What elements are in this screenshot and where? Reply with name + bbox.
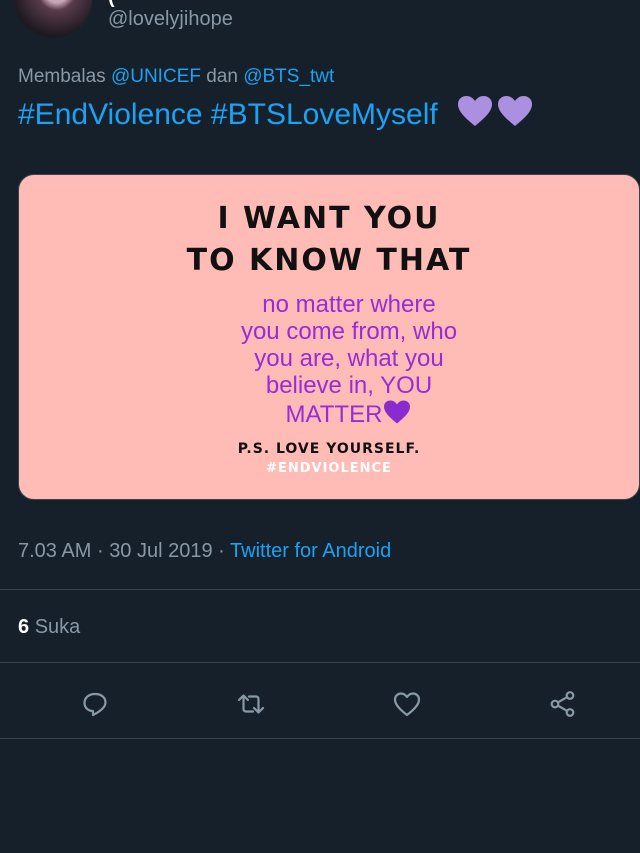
share-icon [550,691,575,717]
like-icon [393,692,421,717]
reply-prefix: Membalas [18,66,106,87]
share-button[interactable] [541,682,585,726]
meta-separator: · [218,540,225,562]
image-body-line: believe in, YOU [265,372,433,399]
reply-icon [83,692,107,717]
likes-stat[interactable]: 6 Suka [18,616,80,639]
image-body-copy: no matter where you come from, who you a… [169,291,529,431]
purple-heart-icon [382,399,412,431]
retweet-button[interactable] [229,682,273,726]
tweet-meta: 7.03 AM · 30 Jul 2019 · Twitter for Andr… [18,540,391,563]
purple-heart-icon [498,96,533,126]
divider [0,589,640,590]
mention-unicef[interactable]: @UNICEF [111,66,201,87]
image-body-line: you are, what you [254,345,444,372]
tweet-hashtags[interactable]: #EndViolence #BTSLoveMyself [18,98,438,131]
purple-heart-icon [458,96,493,126]
retweet-icon [237,694,265,714]
mention-bts[interactable]: @BTS_twt [243,66,334,87]
tweet-source[interactable]: Twitter for Android [230,540,391,562]
image-body-line: MATTER [285,401,383,428]
divider [0,662,640,663]
image-headline-2: TO KNOW THAT [186,243,472,278]
image-body-line: you come from, who [240,318,458,345]
tweet-detail-page: ( @lovelyjihope Membalas @UNICEF dan @BT… [0,0,640,853]
avatar[interactable] [14,0,92,38]
reply-conjunction: dan [206,66,238,87]
likes-count: 6 [18,616,30,638]
image-body-line: no matter where [262,291,436,318]
tweet-text: #EndViolence #BTSLoveMyself [18,94,534,138]
like-button[interactable] [385,682,429,726]
tweet-time: 7.03 AM [18,540,92,562]
likes-label: Suka [34,616,81,638]
purple-hearts-emoji [454,94,534,138]
tweet-date: 30 Jul 2019 [109,540,213,562]
image-ps-text: P.S. LOVE YOURSELF. [237,441,421,457]
divider [0,738,640,739]
user-handle[interactable]: @lovelyjihope [108,8,233,31]
image-body-line-last: MATTER [169,399,529,431]
image-hashtag: #ENDVIOLENCE [266,461,392,476]
meta-separator: · [96,540,104,562]
tweet-actions [0,682,640,726]
reply-context: Membalas @UNICEF dan @BTS_twt [18,66,334,88]
reply-button[interactable] [73,682,117,726]
image-headline-1: I WANT YOU [217,201,441,236]
tweet-image[interactable]: I WANT YOU TO KNOW THAT no matter where … [18,174,640,500]
